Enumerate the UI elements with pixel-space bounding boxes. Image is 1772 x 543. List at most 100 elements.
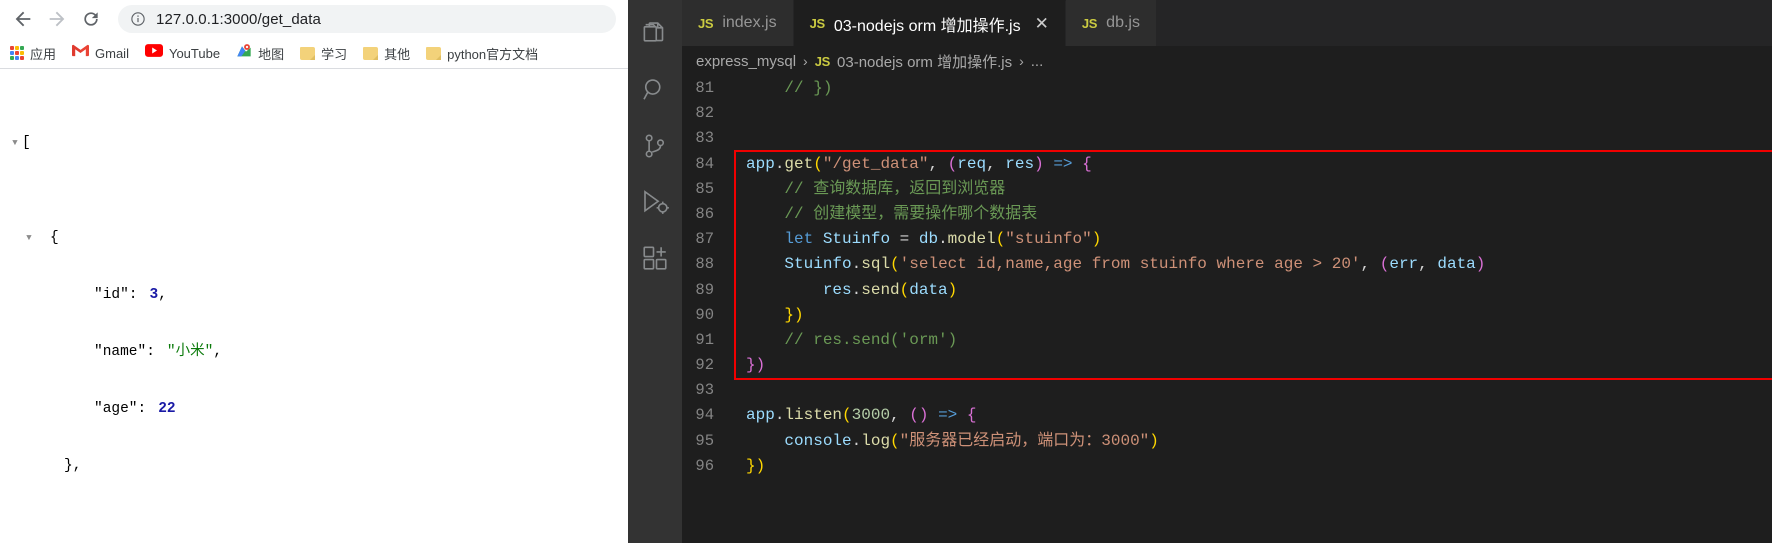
sidebar-item-source-control[interactable] xyxy=(628,118,682,174)
code-token: ) xyxy=(947,280,958,299)
json-bracket: [ xyxy=(22,135,31,151)
code-token: res xyxy=(822,280,852,299)
info-circle-icon[interactable] xyxy=(130,11,146,27)
code-token: let xyxy=(784,230,814,249)
code-text: // }) xyxy=(740,76,1772,101)
editor-area: JS index.js JS 03-nodejs orm 增加操作.js ✕ J… xyxy=(682,0,1772,543)
json-field: "age": 22 xyxy=(8,400,628,419)
collapse-triangle-icon[interactable]: ▼ xyxy=(8,134,22,153)
address-bar-url[interactable]: 127.0.0.1:3000/get_data xyxy=(156,11,321,28)
bookmark-label: 学习 xyxy=(321,46,348,62)
json-value: "小米" xyxy=(166,344,214,360)
code-token: req xyxy=(957,154,987,173)
reload-icon xyxy=(81,9,101,29)
code-token: 3000 xyxy=(851,406,891,425)
back-button[interactable] xyxy=(8,4,38,34)
line-number: 83 xyxy=(695,129,714,148)
code-token: ) xyxy=(1149,431,1159,450)
arrow-left-icon xyxy=(12,8,34,30)
run-debug-icon xyxy=(640,187,670,217)
tab-index-js[interactable]: JS index.js xyxy=(682,0,794,46)
sidebar-item-extensions[interactable] xyxy=(628,230,682,286)
bookmark-youtube[interactable]: YouTube xyxy=(144,44,220,62)
close-icon[interactable]: ✕ xyxy=(1035,15,1049,32)
breadcrumb-file[interactable]: 03-nodejs orm 增加操作.js xyxy=(837,51,1012,72)
code-token: ( xyxy=(995,230,1006,249)
json-field: "id": 3 , xyxy=(8,286,628,305)
sidebar-item-run-debug[interactable] xyxy=(628,174,682,230)
code-token: ( xyxy=(909,406,919,425)
json-viewer: ▼ [ ▼ { "id": 3 , "name": "小米" , "age": … xyxy=(0,77,628,543)
line-number: 84 xyxy=(695,154,714,173)
chevron-right-icon: › xyxy=(1019,53,1024,69)
line-number: 91 xyxy=(695,330,714,349)
collapse-triangle-icon[interactable]: ▼ xyxy=(22,229,36,248)
bookmark-gmail[interactable]: Gmail xyxy=(72,44,129,62)
js-file-icon: JS xyxy=(698,15,714,31)
code-line: 86 // 创建模型，需要操作哪个数据表 xyxy=(682,202,1772,227)
tab-label: 03-nodejs orm 增加操作.js xyxy=(833,17,1021,35)
code-token: ( xyxy=(899,280,910,299)
bookmark-folder-python-docs[interactable]: python官方文档 xyxy=(426,44,538,63)
code-token: . xyxy=(774,154,785,173)
code-token: , xyxy=(986,154,1006,173)
bookmark-folder-other[interactable]: 其他 xyxy=(363,44,410,63)
code-token: console xyxy=(784,431,852,450)
bookmark-apps[interactable]: 应用 xyxy=(10,44,56,63)
js-file-icon: JS xyxy=(1081,15,1098,31)
arrow-right-icon xyxy=(46,8,68,30)
code-editor[interactable]: 81 // }) 82 83 84 app.get("/get_data", (req,… xyxy=(682,76,1772,543)
tab-db-js[interactable]: JS db.js xyxy=(1065,0,1157,46)
line-number: 94 xyxy=(695,406,714,425)
reload-button[interactable] xyxy=(76,4,106,34)
code-token: => xyxy=(1053,154,1073,173)
code-text: Stuinfo.sql('select id,name,age from stu… xyxy=(740,252,1772,277)
code-line: 84 app.get("/get_data", (req, res) => { xyxy=(682,152,1772,177)
breadcrumb-folder[interactable]: express_mysql xyxy=(696,53,796,70)
code-token: ( xyxy=(947,154,958,173)
forward-button[interactable] xyxy=(42,4,72,34)
line-number: 86 xyxy=(695,204,714,223)
code-token: listen xyxy=(784,406,843,425)
folder-icon xyxy=(300,46,316,60)
bookmark-maps[interactable]: 地图 xyxy=(236,43,284,64)
code-token: send xyxy=(861,280,900,299)
code-token: . xyxy=(851,255,862,274)
code-token: , xyxy=(890,406,910,425)
code-line: 96}) xyxy=(682,454,1772,479)
code-token: , xyxy=(1418,255,1438,274)
code-token: }) xyxy=(784,305,804,324)
code-line: 88 Stuinfo.sql('select id,name,age from … xyxy=(682,252,1772,277)
code-text: app.listen(3000, () => { xyxy=(740,403,1772,428)
gmail-icon xyxy=(72,44,90,62)
json-value: 3 xyxy=(149,287,159,303)
breadcrumb-overflow[interactable]: ... xyxy=(1031,53,1044,70)
code-token: // 查询数据库，返回到浏览器 xyxy=(784,179,1006,198)
code-token: ( xyxy=(842,406,852,425)
sidebar-item-search[interactable] xyxy=(628,62,682,118)
tab-03-nodejs-orm[interactable]: JS 03-nodejs orm 增加操作.js ✕ xyxy=(793,0,1066,46)
code-token: ( xyxy=(890,255,900,274)
code-token: data xyxy=(1437,255,1476,274)
code-text: res.send(data) xyxy=(740,278,1772,303)
sidebar-item-explorer[interactable] xyxy=(628,6,682,62)
line-number: 95 xyxy=(695,431,714,450)
address-bar[interactable]: 127.0.0.1:3000/get_data xyxy=(118,5,616,33)
code-line: 90 }) xyxy=(682,303,1772,328)
bookmarks-bar: 应用 Gmail YouTube 地图 学习 其他 python官方文档 xyxy=(0,38,628,68)
code-line: 81 // }) xyxy=(682,76,1772,101)
code-token: }) xyxy=(746,356,766,375)
code-token: { xyxy=(1082,154,1092,173)
code-text: }) xyxy=(740,454,1772,479)
bookmark-folder-study[interactable]: 学习 xyxy=(300,44,347,63)
tab-label: index.js xyxy=(722,14,777,31)
